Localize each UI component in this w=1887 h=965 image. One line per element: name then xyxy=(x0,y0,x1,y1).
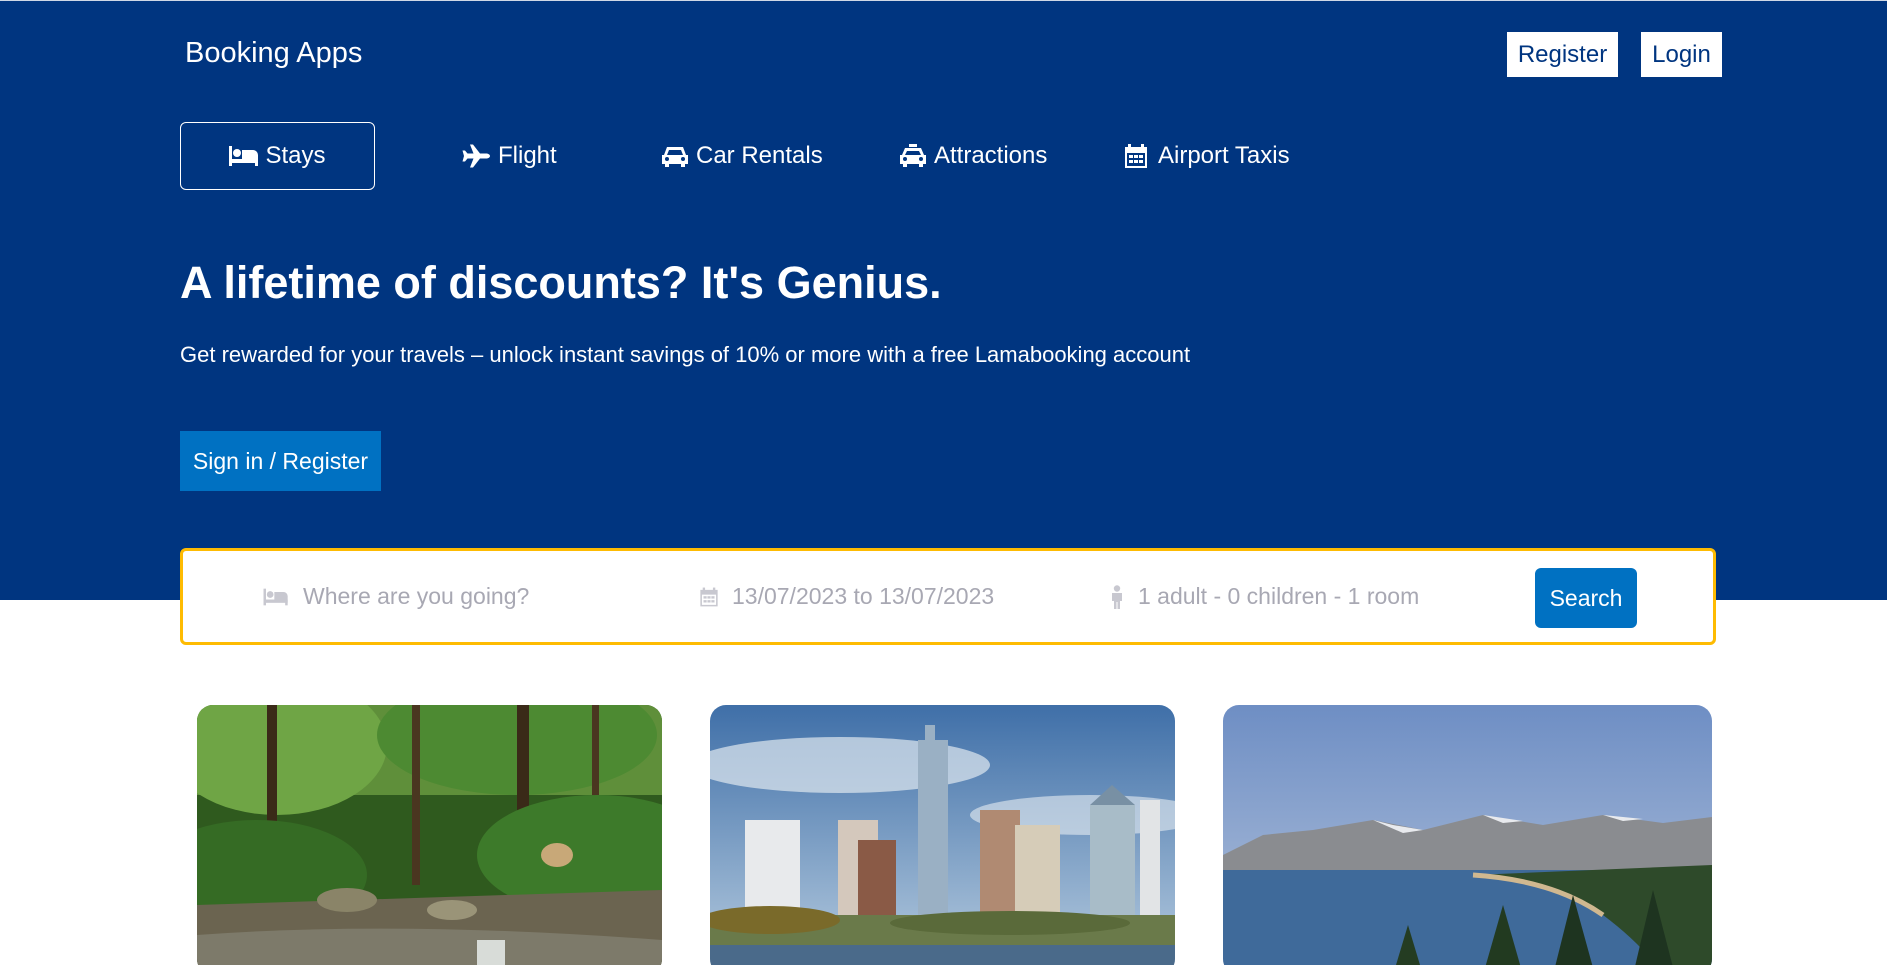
tab-label: Car Rentals xyxy=(696,142,823,169)
brand-logo[interactable]: Booking Apps xyxy=(185,37,362,70)
tab-flight[interactable]: Flight xyxy=(462,122,557,190)
calendar-icon xyxy=(700,587,718,606)
date-range-field[interactable]: 13/07/2023 to 13/07/2023 xyxy=(698,551,994,642)
tab-label: Attractions xyxy=(934,142,1048,169)
featured-cards xyxy=(0,705,1887,965)
bed-icon xyxy=(263,588,288,605)
sign-in-register-button[interactable]: Sign in / Register xyxy=(180,431,381,491)
car-icon xyxy=(662,147,688,167)
hero-subline: Get rewarded for your travels – unlock i… xyxy=(180,342,1191,367)
register-button[interactable]: Register xyxy=(1507,32,1618,77)
guests-field[interactable]: 1 adult - 0 children - 1 room xyxy=(1108,551,1419,642)
tab-label: Airport Taxis xyxy=(1158,142,1290,169)
nav-tabs: Stays Flight Car Rentals Attractions Air… xyxy=(180,122,1290,190)
hero-banner: Booking Apps Register Login Stays Flight xyxy=(0,0,1887,600)
forest-creek-image xyxy=(197,705,662,965)
featured-card[interactable] xyxy=(197,705,662,965)
tab-attractions[interactable]: Attractions xyxy=(898,122,1047,190)
calendar-icon xyxy=(1125,144,1147,168)
login-button[interactable]: Login xyxy=(1641,32,1722,77)
mountain-lake-image xyxy=(1223,705,1712,965)
date-range-text: 13/07/2023 to 13/07/2023 xyxy=(732,583,995,609)
featured-card[interactable] xyxy=(1223,705,1712,965)
featured-card[interactable] xyxy=(710,705,1175,965)
page: Booking Apps Register Login Stays Flight xyxy=(0,0,1887,965)
plane-icon xyxy=(462,144,490,168)
city-skyline-image xyxy=(710,705,1175,965)
person-icon xyxy=(1112,584,1122,609)
taxi-icon xyxy=(900,144,926,167)
search-button[interactable]: Search xyxy=(1535,568,1637,628)
hero-headline: A lifetime of discounts? It's Genius. xyxy=(180,257,942,308)
tab-label: Flight xyxy=(498,142,557,169)
search-bar: 13/07/2023 to 13/07/2023 1 adult - 0 chi… xyxy=(180,548,1716,645)
destination-field[interactable] xyxy=(261,551,623,642)
tab-label: Stays xyxy=(265,142,326,169)
guests-text: 1 adult - 0 children - 1 room xyxy=(1138,583,1420,609)
tab-car-rentals[interactable]: Car Rentals xyxy=(660,122,823,190)
destination-input[interactable] xyxy=(303,583,623,610)
bed-icon xyxy=(229,146,259,166)
tab-stays[interactable]: Stays xyxy=(180,122,375,190)
tab-airport-taxis[interactable]: Airport Taxis xyxy=(1122,122,1290,190)
